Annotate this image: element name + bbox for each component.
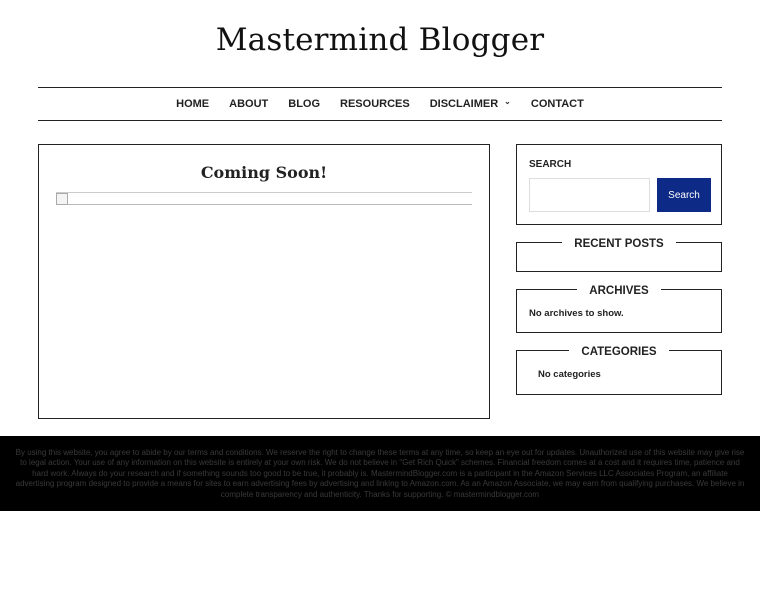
site-footer: By using this website, you agree to abid…: [0, 436, 760, 511]
recent-posts-heading: RECENT POSTS: [562, 238, 676, 250]
nav-item-about[interactable]: ABOUT: [219, 98, 278, 110]
search-input[interactable]: [529, 178, 650, 212]
search-heading: SEARCH: [529, 159, 572, 170]
archives-widget: ARCHIVES No archives to show.: [516, 285, 722, 333]
search-button[interactable]: Search: [657, 178, 711, 212]
categories-heading-wrap: CATEGORIES: [517, 342, 721, 360]
nav-item-disclaimer-label: DISCLAIMER: [429, 98, 499, 110]
nav-item-disclaimer[interactable]: DISCLAIMER ⌄: [420, 97, 521, 111]
site-title[interactable]: Mastermind Blogger: [0, 22, 760, 58]
nav-item-contact[interactable]: CONTACT: [521, 98, 594, 110]
nav-item-blog[interactable]: BLOG: [278, 98, 330, 110]
categories-empty-text: No categories: [538, 369, 601, 380]
main-navigation: HOME ABOUT BLOG RESOURCES DISCLAIMER ⌄ C…: [38, 87, 722, 121]
chevron-down-icon[interactable]: ⌄: [504, 97, 511, 106]
search-widget: SEARCH Search: [516, 144, 722, 225]
recent-posts-heading-wrap: RECENT POSTS: [517, 234, 721, 252]
nav-item-home[interactable]: HOME: [166, 98, 219, 110]
post-image-placeholder: [56, 192, 472, 205]
recent-posts-widget: RECENT POSTS: [516, 238, 722, 272]
footer-disclaimer-text: By using this website, you agree to abid…: [15, 448, 745, 499]
archives-heading-wrap: ARCHIVES: [517, 281, 721, 299]
archives-heading: ARCHIVES: [577, 285, 661, 297]
post-title: Coming Soon!: [200, 163, 328, 182]
main-content-box: Coming Soon!: [38, 144, 490, 419]
archives-empty-text: No archives to show.: [529, 308, 624, 319]
broken-image-icon: [56, 193, 68, 205]
nav-item-resources[interactable]: RESOURCES: [330, 98, 420, 110]
categories-heading: CATEGORIES: [569, 346, 669, 358]
categories-widget: CATEGORIES No categories: [516, 346, 722, 395]
